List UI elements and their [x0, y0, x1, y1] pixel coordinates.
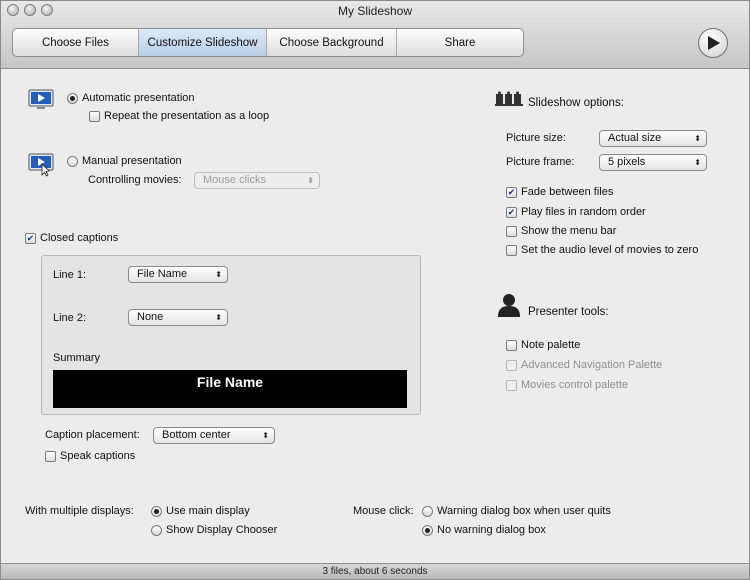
- warning-dialog-label: Warning dialog box when user quits: [437, 505, 611, 517]
- note-palette-option[interactable]: Note palette: [506, 339, 580, 351]
- picture-size-popup[interactable]: Actual size ⬍: [599, 130, 707, 147]
- main-display-radio[interactable]: [151, 505, 162, 517]
- random-order-option[interactable]: Play files in random order: [506, 206, 646, 218]
- display-chooser-radio[interactable]: [151, 524, 162, 536]
- closed-captions-label: Closed captions: [40, 232, 119, 244]
- popup-arrows-icon: ⬍: [215, 313, 222, 322]
- audio-zero-checkbox[interactable]: [506, 244, 517, 256]
- picture-size-label: Picture size:: [506, 132, 566, 144]
- movies-control-checkbox[interactable]: [506, 379, 517, 391]
- movies-control-option[interactable]: Movies control palette: [506, 379, 628, 391]
- caption-placement-popup[interactable]: Bottom center ⬍: [153, 427, 275, 444]
- closed-captions-option[interactable]: Closed captions: [25, 232, 118, 244]
- main-display-label: Use main display: [166, 505, 250, 517]
- automatic-presentation-option[interactable]: Automatic presentation: [67, 92, 195, 104]
- no-warning-dialog-label: No warning dialog box: [437, 524, 546, 536]
- controlling-movies-label: Controlling movies:: [88, 174, 182, 186]
- fade-option[interactable]: Fade between files: [506, 186, 613, 198]
- no-warning-dialog-radio[interactable]: [422, 524, 433, 536]
- play-icon: [708, 36, 720, 50]
- audio-zero-option[interactable]: Set the audio level of movies to zero: [506, 244, 698, 256]
- automatic-presentation-radio[interactable]: [67, 92, 78, 104]
- picture-frame-label: Picture frame:: [506, 156, 575, 168]
- picture-size-value: Actual size: [608, 132, 662, 144]
- tab-bar: Choose Files Customize Slideshow Choose …: [12, 28, 524, 57]
- line2-popup[interactable]: None ⬍: [128, 309, 228, 326]
- picture-frame-popup[interactable]: 5 pixels ⬍: [599, 154, 707, 171]
- loop-option[interactable]: Repeat the presentation as a loop: [89, 110, 269, 122]
- tab-choose-files[interactable]: Choose Files: [13, 29, 139, 56]
- line1-popup[interactable]: File Name ⬍: [128, 266, 228, 283]
- popup-arrows-icon: ⬍: [694, 158, 701, 167]
- movies-control-label: Movies control palette: [521, 379, 628, 391]
- multiple-displays-label: With multiple displays:: [25, 505, 134, 517]
- display-chooser-label: Show Display Chooser: [166, 524, 278, 536]
- main-display-option[interactable]: Use main display: [151, 505, 250, 517]
- caption-placement-label: Caption placement:: [45, 429, 140, 441]
- tab-choose-background[interactable]: Choose Background: [267, 29, 397, 56]
- picture-frame-value: 5 pixels: [608, 156, 646, 168]
- note-palette-checkbox[interactable]: [506, 339, 517, 351]
- random-order-checkbox[interactable]: [506, 206, 517, 218]
- toolbar: My Slideshow Choose Files Customize Slid…: [1, 1, 749, 69]
- warning-dialog-radio[interactable]: [422, 505, 433, 517]
- speak-captions-label: Speak captions: [60, 450, 136, 462]
- mouse-click-label: Mouse click:: [353, 505, 414, 517]
- advanced-nav-label: Advanced Navigation Palette: [521, 359, 663, 371]
- no-warning-dialog-option[interactable]: No warning dialog box: [422, 524, 546, 536]
- loop-checkbox[interactable]: [89, 110, 100, 122]
- line2-label: Line 2:: [53, 312, 87, 324]
- fade-checkbox[interactable]: [506, 186, 517, 198]
- warning-dialog-option[interactable]: Warning dialog box when user quits: [422, 505, 611, 517]
- line1-label: Line 1:: [53, 269, 87, 281]
- controlling-movies-value: Mouse clicks: [203, 174, 266, 186]
- slideshow-options-heading: Slideshow options:: [528, 97, 624, 109]
- display-chooser-option[interactable]: Show Display Chooser: [151, 524, 277, 536]
- menu-bar-label: Show the menu bar: [521, 225, 617, 237]
- line2-value: None: [137, 311, 164, 323]
- loop-label: Repeat the presentation as a loop: [104, 110, 270, 122]
- speak-captions-option[interactable]: Speak captions: [45, 450, 135, 462]
- advanced-nav-option[interactable]: Advanced Navigation Palette: [506, 359, 662, 371]
- caption-summary-preview: File Name: [53, 370, 407, 408]
- popup-arrows-icon: ⬍: [262, 431, 269, 440]
- monitor-icon: [28, 89, 54, 109]
- controlling-movies-popup[interactable]: Mouse clicks ⬍: [194, 172, 320, 189]
- tab-customize-slideshow[interactable]: Customize Slideshow: [139, 29, 267, 56]
- manual-presentation-label: Manual presentation: [82, 155, 182, 167]
- summary-label: Summary: [53, 352, 101, 364]
- caption-placement-value: Bottom center: [162, 429, 231, 441]
- advanced-nav-checkbox[interactable]: [506, 359, 517, 371]
- popup-arrows-icon: ⬍: [215, 270, 222, 279]
- speak-captions-checkbox[interactable]: [45, 450, 56, 462]
- caption-settings-box: Line 1: File Name ⬍ Line 2: None ⬍ Summa…: [41, 255, 421, 415]
- presenter-tools-heading: Presenter tools:: [528, 306, 609, 318]
- status-bar: 3 files, about 6 seconds: [1, 563, 749, 579]
- manual-presentation-option[interactable]: Manual presentation: [67, 155, 182, 167]
- manual-monitor-icon: [28, 153, 54, 177]
- play-slideshow-button[interactable]: [698, 28, 728, 58]
- line1-value: File Name: [137, 268, 188, 280]
- slideshow-window: My Slideshow Choose Files Customize Slid…: [0, 0, 750, 580]
- window-title: My Slideshow: [337, 4, 413, 18]
- menu-bar-checkbox[interactable]: [506, 225, 517, 237]
- audio-zero-label: Set the audio level of movies to zero: [521, 244, 699, 256]
- presenter-icon: [498, 294, 520, 317]
- popup-arrows-icon: ⬍: [307, 176, 314, 185]
- fade-label: Fade between files: [521, 186, 614, 198]
- tab-share[interactable]: Share: [397, 29, 523, 56]
- closed-captions-checkbox[interactable]: [25, 232, 36, 244]
- slideshow-options-icon: [495, 91, 523, 106]
- random-order-label: Play files in random order: [521, 206, 646, 218]
- manual-presentation-radio[interactable]: [67, 155, 78, 167]
- main-content: Automatic presentation Repeat the presen…: [1, 70, 749, 563]
- note-palette-label: Note palette: [521, 339, 581, 351]
- popup-arrows-icon: ⬍: [694, 134, 701, 143]
- menu-bar-option[interactable]: Show the menu bar: [506, 225, 616, 237]
- automatic-presentation-label: Automatic presentation: [82, 92, 195, 104]
